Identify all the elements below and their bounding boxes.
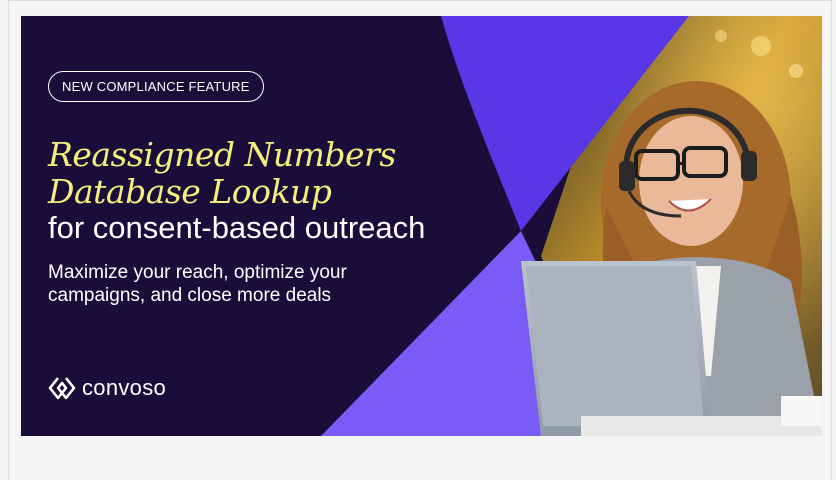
bokeh-light (751, 36, 771, 56)
logo-wordmark: convoso (82, 375, 167, 400)
banner-tagline: Maximize your reach, optimize your campa… (48, 261, 408, 307)
convoso-logo-icon (48, 377, 76, 400)
convoso-logo[interactable]: convoso (48, 374, 166, 402)
promo-banner[interactable]: NEW COMPLIANCE FEATURE Reassigned Number… (21, 16, 822, 436)
tagline-line: Maximize your reach, optimize your (48, 262, 347, 283)
headline-line: Reassigned Numbers (48, 135, 396, 174)
compliance-badge: NEW COMPLIANCE FEATURE (48, 71, 264, 102)
tagline-line: campaigns, and close more deals (48, 285, 332, 306)
bokeh-light (715, 30, 727, 42)
headline-line: Database Lookup (48, 172, 332, 211)
banner-subhead: for consent-based outreach (48, 210, 426, 245)
banner-headline: Reassigned Numbers Database Lookup (48, 136, 396, 210)
bokeh-light (789, 64, 803, 78)
